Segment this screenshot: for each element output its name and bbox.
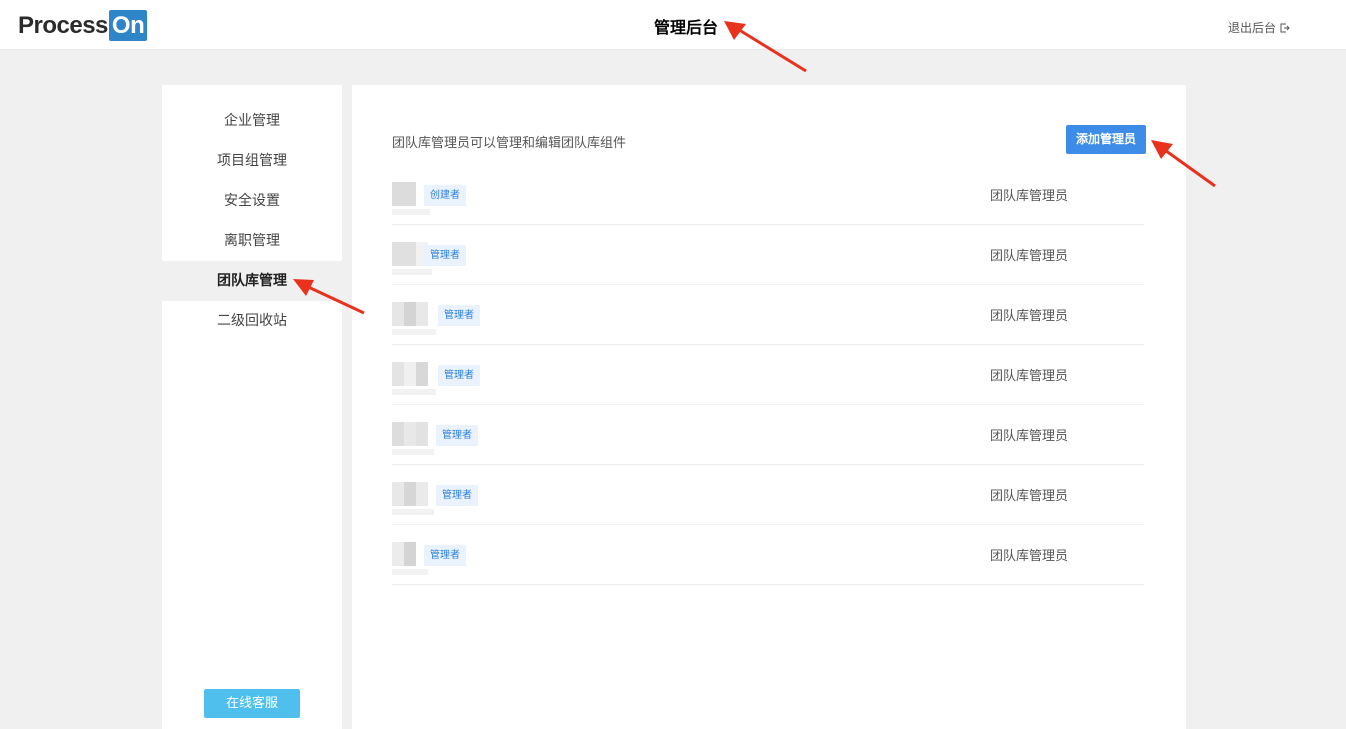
sidebar-item-offboarding[interactable]: 离职管理 (162, 221, 342, 261)
member-name (392, 569, 428, 575)
sidebar-item-recycle-bin[interactable]: 二级回收站 (162, 301, 342, 341)
sidebar-item-team-library[interactable]: 团队库管理 (162, 261, 342, 301)
add-admin-button[interactable]: 添加管理员 (1066, 125, 1146, 154)
member-name (392, 389, 436, 395)
list-item: 管理者 团队库管理员 (392, 405, 1144, 465)
member-name (392, 329, 436, 335)
list-item: 管理者 团队库管理员 (392, 465, 1144, 525)
sidebar-item-enterprise[interactable]: 企业管理 (162, 101, 342, 141)
role-tag: 管理者 (424, 545, 466, 566)
sidebar-item-project-groups[interactable]: 项目组管理 (162, 141, 342, 181)
sidebar-item-security[interactable]: 安全设置 (162, 181, 342, 221)
role-tag: 管理者 (436, 485, 478, 506)
logout-link[interactable]: 退出后台 (1228, 19, 1290, 36)
list-item: 创建者 团队库管理员 (392, 165, 1144, 225)
main-panel: 团队库管理员可以管理和编辑团队库组件 添加管理员 创建者 团队库管理员 管理者 … (352, 85, 1186, 729)
list-item: 管理者 团队库管理员 (392, 225, 1144, 285)
member-name (392, 269, 432, 275)
avatar (392, 542, 416, 566)
online-support-button[interactable]: 在线客服 (204, 689, 300, 718)
avatar (392, 422, 428, 446)
role-tag: 创建者 (424, 185, 466, 206)
exit-icon (1280, 23, 1290, 32)
avatar (392, 482, 428, 506)
avatar (392, 182, 416, 206)
member-role: 团队库管理员 (990, 369, 1069, 384)
avatar (392, 362, 428, 386)
member-name (392, 509, 434, 515)
list-item: 管理者 团队库管理员 (392, 525, 1144, 585)
member-role: 团队库管理员 (990, 309, 1069, 324)
avatar (392, 242, 428, 266)
page-title: 管理后台 (653, 18, 718, 37)
member-role: 团队库管理员 (990, 249, 1069, 264)
member-role: 团队库管理员 (990, 189, 1069, 204)
role-tag: 管理者 (438, 305, 480, 326)
role-tag: 管理者 (436, 425, 478, 446)
sidebar: 企业管理 项目组管理 安全设置 离职管理 团队库管理 二级回收站 在线客服 (162, 85, 342, 729)
member-role: 团队库管理员 (990, 549, 1069, 564)
member-role: 团队库管理员 (990, 489, 1069, 504)
role-tag: 管理者 (424, 245, 466, 266)
member-list: 创建者 团队库管理员 管理者 团队库管理员 管理者 团队库管理员 管理者 团队库… (392, 165, 1144, 585)
logout-label: 退出后台 (1227, 21, 1276, 35)
list-item: 管理者 团队库管理员 (392, 345, 1144, 405)
member-name (392, 209, 430, 215)
sidebar-nav: 企业管理 项目组管理 安全设置 离职管理 团队库管理 二级回收站 (162, 85, 342, 341)
avatar (392, 302, 428, 326)
list-item: 管理者 团队库管理员 (392, 285, 1144, 345)
role-tag: 管理者 (438, 365, 480, 386)
top-bar: Process On 管理后台 退出后台 (0, 0, 1346, 50)
panel-description: 团队库管理员可以管理和编辑团队库组件 (392, 136, 627, 151)
member-role: 团队库管理员 (990, 429, 1069, 444)
member-name (392, 449, 434, 455)
